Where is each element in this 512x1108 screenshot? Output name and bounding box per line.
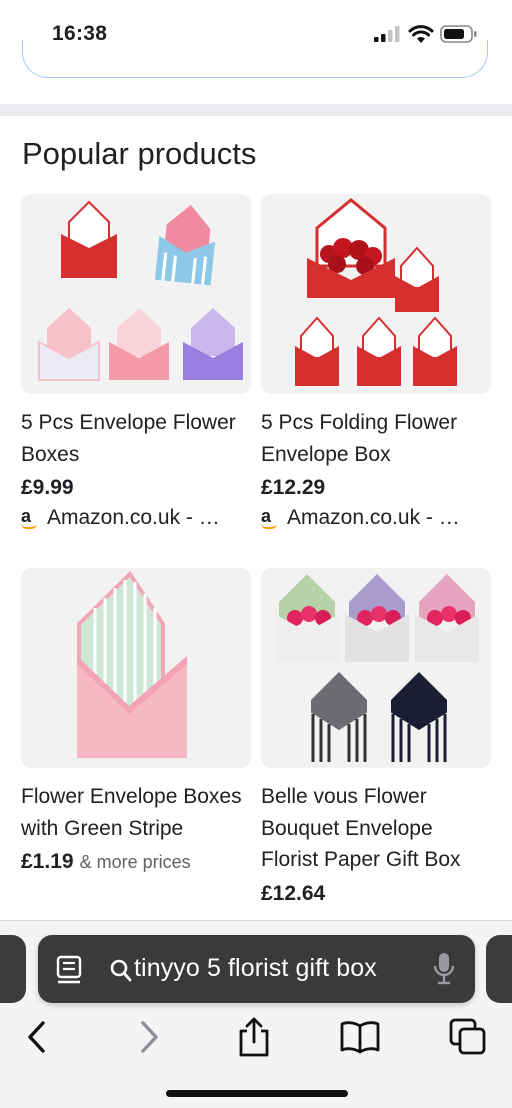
price-row: £12.29 — [261, 476, 491, 500]
seller-row[interactable]: a Amazon.co.uk - … — [21, 506, 251, 530]
more-prices-label[interactable]: & more prices — [80, 852, 191, 873]
product-image[interactable] — [21, 568, 251, 768]
seller-name: Amazon.co.uk - … — [47, 506, 220, 529]
product-title[interactable]: 5 Pcs Envelope Flower Boxes — [21, 407, 251, 470]
product-card[interactable]: Belle vous Flower Bouquet Envelope Flori… — [261, 568, 491, 906]
back-icon — [28, 1021, 45, 1053]
seller-row[interactable]: a Amazon.co.uk - … — [261, 506, 491, 530]
reader-icon[interactable] — [56, 955, 84, 985]
amazon-logo-icon: a — [261, 507, 277, 529]
forward-icon — [141, 1021, 158, 1053]
seller-name: Amazon.co.uk - … — [287, 506, 460, 529]
forward-button[interactable] — [122, 1011, 174, 1063]
product-image[interactable] — [21, 194, 251, 394]
bookmarks-button[interactable] — [334, 1011, 386, 1063]
product-price: £12.64 — [261, 881, 326, 905]
home-indicator[interactable] — [166, 1090, 348, 1097]
product-card[interactable]: 5 Pcs Folding Flower Envelope Box £12.29… — [261, 194, 491, 530]
search-box-remnant — [22, 40, 488, 78]
price-row: £9.99 — [21, 476, 251, 500]
product-card[interactable]: Flower Envelope Boxes with Green Stripe … — [21, 568, 251, 874]
browser-bottom-bar: tinyyo 5 florist gift box — [0, 920, 512, 1108]
search-icon — [110, 959, 132, 982]
product-price: £12.29 — [261, 476, 326, 499]
back-button[interactable] — [12, 1011, 64, 1063]
product-title[interactable]: 5 Pcs Folding Flower Envelope Box — [261, 407, 491, 470]
tabs-button[interactable] — [442, 1011, 494, 1063]
address-bar[interactable]: tinyyo 5 florist gift box — [38, 935, 475, 1003]
product-title[interactable]: Flower Envelope Boxes with Green Stripe — [21, 781, 251, 844]
browser-toolbar — [0, 1011, 512, 1071]
previous-tab-peek[interactable] — [0, 935, 26, 1003]
address-text[interactable]: tinyyo 5 florist gift box — [134, 954, 416, 983]
tabs-icon — [449, 1018, 486, 1055]
price-row: £12.64 — [261, 882, 491, 906]
product-card[interactable]: 5 Pcs Envelope Flower Boxes £9.99 a Amaz… — [21, 194, 251, 530]
product-image[interactable] — [261, 568, 491, 768]
mic-icon[interactable] — [432, 952, 456, 986]
product-title[interactable]: Belle vous Flower Bouquet Envelope Flori… — [261, 781, 491, 876]
next-tab-peek[interactable] — [486, 935, 512, 1003]
share-button[interactable] — [228, 1011, 280, 1063]
product-image[interactable] — [261, 194, 491, 394]
price-row: £1.19 & more prices — [21, 850, 251, 874]
section-title: Popular products — [22, 136, 257, 171]
bookmarks-icon — [340, 1021, 380, 1054]
amazon-logo-icon: a — [21, 507, 37, 529]
section-divider — [0, 104, 512, 116]
share-icon — [239, 1017, 269, 1057]
product-price: £1.19 — [21, 850, 74, 873]
product-price: £9.99 — [21, 476, 74, 499]
